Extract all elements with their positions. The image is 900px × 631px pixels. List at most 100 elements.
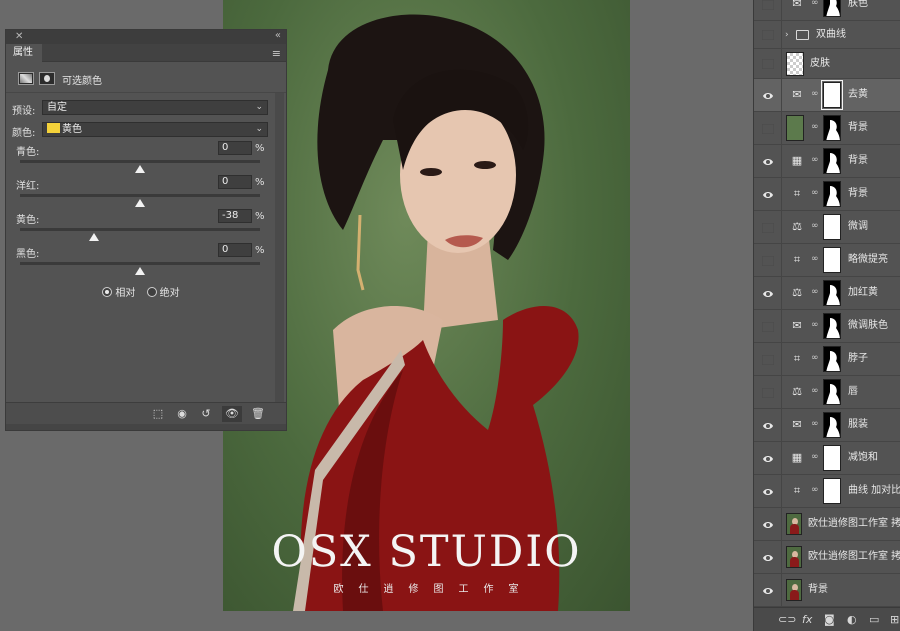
eye-hidden-icon[interactable]: [762, 30, 774, 40]
eye-hidden-icon[interactable]: [762, 255, 774, 266]
collapse-icon[interactable]: «: [275, 30, 281, 41]
eye-icon[interactable]: [762, 553, 774, 563]
chain-link-icon[interactable]: ∞: [811, 155, 819, 168]
layer-row[interactable]: ✉ ∞ 肤色: [754, 0, 900, 21]
layer-row[interactable]: ∞ 背景: [754, 112, 900, 145]
color-dropdown[interactable]: 黄色 ⌄: [42, 122, 268, 137]
radio-relative-dot[interactable]: [102, 287, 113, 297]
slider-value-input[interactable]: 0: [218, 175, 252, 189]
panel-scrollbar[interactable]: [275, 93, 284, 403]
eye-icon[interactable]: [762, 91, 774, 101]
layer-row[interactable]: ⌗ ∞ 脖子: [754, 343, 900, 376]
visibility-toggle[interactable]: [754, 508, 782, 540]
slider-track[interactable]: [20, 228, 260, 231]
radio-relative[interactable]: 相对: [102, 284, 135, 299]
visibility-toggle[interactable]: [754, 277, 782, 309]
chevron-right-icon[interactable]: ›: [785, 21, 789, 49]
radio-absolute-dot[interactable]: [146, 287, 157, 297]
layer-mask-thumbnail[interactable]: [823, 181, 841, 207]
slider-track[interactable]: [20, 160, 260, 163]
slider-thumb[interactable]: [135, 165, 145, 173]
chain-link-icon[interactable]: ∞: [811, 188, 819, 201]
slider-thumb[interactable]: [89, 233, 100, 241]
layer-row[interactable]: 欧仕逍修图工作室 拷贝: [754, 508, 900, 541]
layer-row[interactable]: ⌗ ∞ 背景: [754, 178, 900, 211]
layer-mask-thumbnail[interactable]: [823, 445, 841, 471]
eye-hidden-icon[interactable]: [762, 321, 774, 332]
visibility-toggle[interactable]: [754, 310, 782, 342]
chain-link-icon[interactable]: ∞: [811, 452, 819, 465]
eye-icon[interactable]: [762, 289, 774, 299]
eye-icon[interactable]: [762, 487, 774, 497]
eye-icon[interactable]: [762, 157, 774, 167]
chain-link-icon[interactable]: ∞: [811, 0, 819, 11]
tab-properties[interactable]: 属性: [6, 44, 42, 62]
layer-mask-thumbnail[interactable]: [823, 115, 841, 141]
layer-row[interactable]: ⌗ ∞ 曲线 加对比: [754, 475, 900, 508]
visibility-toggle[interactable]: [754, 21, 782, 48]
eye-icon[interactable]: [762, 454, 774, 464]
visibility-toggle[interactable]: [754, 112, 782, 144]
visibility-toggle[interactable]: [754, 376, 782, 408]
link-layers-icon[interactable]: ⊂⊃: [778, 613, 796, 626]
visibility-toggle[interactable]: [754, 49, 782, 78]
eye-icon[interactable]: [762, 586, 774, 596]
layer-row[interactable]: 皮肤: [754, 49, 900, 79]
panel-menu-icon[interactable]: ≡: [272, 47, 281, 60]
chain-link-icon[interactable]: ∞: [811, 485, 819, 498]
chain-link-icon[interactable]: ∞: [811, 353, 819, 366]
slider-track[interactable]: [20, 262, 260, 265]
close-icon[interactable]: ✕: [15, 31, 23, 42]
eye-hidden-icon[interactable]: [762, 0, 774, 10]
mask-icon[interactable]: [39, 72, 55, 85]
visibility-toggle[interactable]: [754, 79, 782, 111]
eye-hidden-icon[interactable]: [762, 123, 774, 134]
visibility-toggle[interactable]: [754, 541, 782, 573]
layer-row[interactable]: ✉ ∞ 微调肤色: [754, 310, 900, 343]
layer-mask-thumbnail[interactable]: [823, 247, 841, 273]
chain-link-icon[interactable]: ∞: [811, 386, 819, 399]
chain-link-icon[interactable]: ∞: [811, 320, 819, 333]
reset-icon[interactable]: ↺: [196, 406, 216, 422]
visibility-icon[interactable]: 👁: [222, 406, 242, 422]
layer-mask-thumbnail[interactable]: [823, 412, 841, 438]
new-layer-icon[interactable]: ⊞: [890, 613, 899, 626]
eye-hidden-icon[interactable]: [762, 354, 774, 365]
eye-hidden-icon[interactable]: [762, 387, 774, 398]
slider-thumb[interactable]: [135, 199, 145, 207]
eye-icon[interactable]: [762, 421, 774, 431]
clip-to-layer-icon[interactable]: ⬚: [148, 406, 168, 422]
slider-value-input[interactable]: 0: [218, 243, 252, 257]
slider-value-input[interactable]: -38: [218, 209, 252, 223]
trash-icon[interactable]: 🗑: [248, 406, 268, 422]
layer-mask-thumbnail[interactable]: [823, 148, 841, 174]
chain-link-icon[interactable]: ∞: [811, 254, 819, 267]
panel-titlebar[interactable]: ✕ «: [6, 30, 286, 44]
layer-row[interactable]: 背景: [754, 574, 900, 607]
slider-thumb[interactable]: [135, 267, 145, 275]
radio-absolute[interactable]: 绝对: [146, 284, 180, 299]
new-adjustment-icon[interactable]: ◐: [847, 613, 857, 626]
layer-mask-thumbnail[interactable]: [821, 80, 843, 110]
adjustment-icon[interactable]: [18, 72, 34, 85]
layer-row[interactable]: ⌗ ∞ 略微提亮: [754, 244, 900, 277]
layer-mask-thumbnail[interactable]: [823, 379, 841, 405]
visibility-toggle[interactable]: [754, 574, 782, 606]
layer-row[interactable]: 欧仕逍修图工作室 拷贝: [754, 541, 900, 574]
slider-value-input[interactable]: 0: [218, 141, 252, 155]
add-mask-icon[interactable]: ◙: [824, 613, 835, 626]
layer-row[interactable]: ⚖ ∞ 微调: [754, 211, 900, 244]
eye-icon[interactable]: [762, 190, 774, 200]
layer-row[interactable]: ▦ ∞ 背景: [754, 145, 900, 178]
layer-row[interactable]: › 双曲线: [754, 21, 900, 49]
chain-link-icon[interactable]: ∞: [811, 122, 819, 135]
layer-row[interactable]: ✉ ∞ 服装: [754, 409, 900, 442]
layer-row[interactable]: ⚖ ∞ 唇: [754, 376, 900, 409]
layer-mask-thumbnail[interactable]: [823, 214, 841, 240]
layer-row[interactable]: ⚖ ∞ 加红黄: [754, 277, 900, 310]
chain-link-icon[interactable]: ∞: [811, 419, 819, 432]
new-group-icon[interactable]: ▭: [869, 613, 879, 626]
view-previous-icon[interactable]: ◉: [172, 406, 192, 422]
visibility-toggle[interactable]: [754, 244, 782, 276]
visibility-toggle[interactable]: [754, 178, 782, 210]
